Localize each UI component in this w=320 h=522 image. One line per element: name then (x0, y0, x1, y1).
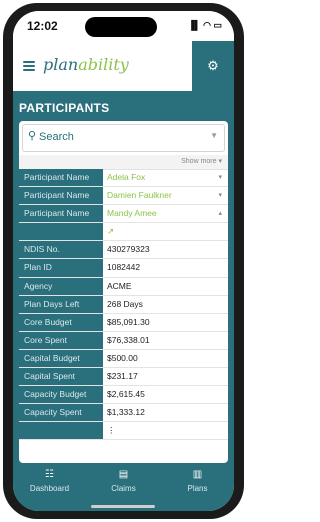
row-label (19, 422, 103, 440)
table-row: Capital Budget $500.00 (19, 349, 228, 369)
search-icon: ⚲ (28, 130, 37, 142)
status-bar: 12:02 ▐▌ ◠ ▭ (13, 11, 234, 41)
row-value: $2,615.45 (107, 389, 145, 400)
row-label: Agency (19, 277, 103, 295)
show-more-link[interactable]: Show more ▾ (19, 155, 228, 170)
participants-panel: PARTICIPANTS ⚲ Search ▼ Show more ▾ Part… (13, 91, 234, 463)
row-value: Damien Faulkner (107, 190, 172, 201)
row-label: Participant Name (19, 187, 103, 205)
settings-user-icon: ⚙ (207, 58, 219, 73)
chevron-icon[interactable]: ▾ (218, 187, 222, 204)
row-label: Core Spent (19, 331, 103, 349)
table-row: Plan ID 1082442 (19, 259, 228, 278)
participant-table: Participant Name Adela Fox ▾ Participant Na… (19, 169, 228, 441)
table-row: Plan Days Left 268 Days (19, 295, 228, 314)
table-row: Agency ACME (19, 277, 228, 296)
nav-label: Claims (111, 484, 136, 493)
table-row[interactable]: Participant Name Damien Faulkner ▾ (19, 187, 228, 206)
row-label (19, 223, 103, 241)
row-value: $1,333.12 (107, 407, 145, 418)
row-value: $500.00 (107, 352, 138, 363)
row-value: $76,338.01 (107, 334, 150, 345)
nav-label: Plans (187, 484, 208, 493)
row-value: ⋮ (107, 425, 116, 436)
dashboard-icon: ☷ (45, 469, 54, 480)
table-row: Core Spent $76,338.01 (19, 331, 228, 350)
bottom-nav: ☷ Dashboard ▤ Claims ▥ Plans (13, 463, 234, 511)
row-label: Core Budget (19, 313, 103, 331)
page-title: PARTICIPANTS (19, 101, 110, 115)
row-value: 1082442 (107, 262, 141, 273)
nav-dashboard[interactable]: ☷ Dashboard (13, 469, 86, 493)
search-input[interactable]: ⚲ Search ▼ (22, 124, 225, 152)
status-time: 12:02 (27, 19, 58, 33)
row-label: Plan Days Left (19, 295, 103, 313)
table-row: Capital Spent $231.17 (19, 368, 228, 387)
screen: 12:02 ▐▌ ◠ ▭ planability ⚙ PARTICIPANTS … (13, 11, 234, 511)
row-label: Capital Spent (19, 368, 103, 386)
table-row: NDIS No. 430279323 (19, 241, 228, 260)
row-value: $231.17 (107, 371, 138, 382)
row-label: Capacity Spent (19, 404, 103, 422)
signal-wifi-battery-icons: ▐▌ ◠ ▭ (187, 20, 222, 30)
user-settings-button[interactable]: ⚙ (192, 41, 234, 91)
row-label: Capital Budget (19, 349, 103, 368)
row-value: 268 Days (107, 298, 143, 309)
row-label: Participant Name (19, 169, 103, 187)
planability-logo: planability (43, 55, 129, 74)
table-row: Core Budget $85,091.30 (19, 313, 228, 332)
claims-icon: ▤ (118, 469, 129, 480)
chevron-icon[interactable]: ▴ (218, 205, 222, 222)
search-placeholder: Search (39, 131, 74, 143)
table-row: Capacity Spent $1,333.12 (19, 404, 228, 423)
table-row: Capacity Budget $2,615.45 (19, 386, 228, 405)
chevron-down-icon[interactable]: ▼ (210, 131, 218, 140)
table-row: ⋮ (19, 422, 228, 441)
row-label: Participant Name (19, 205, 103, 223)
row-label: Plan ID (19, 259, 103, 277)
app-header: planability ⚙ (13, 41, 234, 91)
table-row[interactable]: Participant Name Mandy Amee ▴ (19, 205, 228, 224)
row-label: NDIS No. (19, 241, 103, 259)
phone-frame: 12:02 ▐▌ ◠ ▭ planability ⚙ PARTICIPANTS … (3, 3, 244, 519)
hamburger-menu-icon[interactable] (23, 61, 35, 71)
plans-icon: ▥ (192, 469, 203, 480)
table-row[interactable]: ↗ (19, 223, 228, 242)
row-value: ACME (107, 280, 132, 291)
home-indicator (91, 505, 155, 508)
row-value: ↗ (107, 226, 115, 237)
row-label: Capacity Budget (19, 386, 103, 404)
row-value: Adela Fox (107, 172, 146, 182)
nav-claims[interactable]: ▤ Claims (87, 469, 160, 493)
row-value: $85,091.30 (107, 316, 150, 327)
participants-card: ⚲ Search ▼ Show more ▾ Participant Name A… (19, 121, 228, 463)
nav-label: Dashboard (29, 484, 70, 493)
table-row[interactable]: Participant Name Adela Fox ▾ (19, 169, 228, 188)
nav-plans[interactable]: ▥ Plans (161, 469, 234, 493)
chevron-icon[interactable]: ▾ (218, 169, 222, 186)
dynamic-island (85, 17, 157, 37)
row-value: 430279323 (107, 244, 150, 255)
row-value: Mandy Amee (107, 208, 157, 219)
